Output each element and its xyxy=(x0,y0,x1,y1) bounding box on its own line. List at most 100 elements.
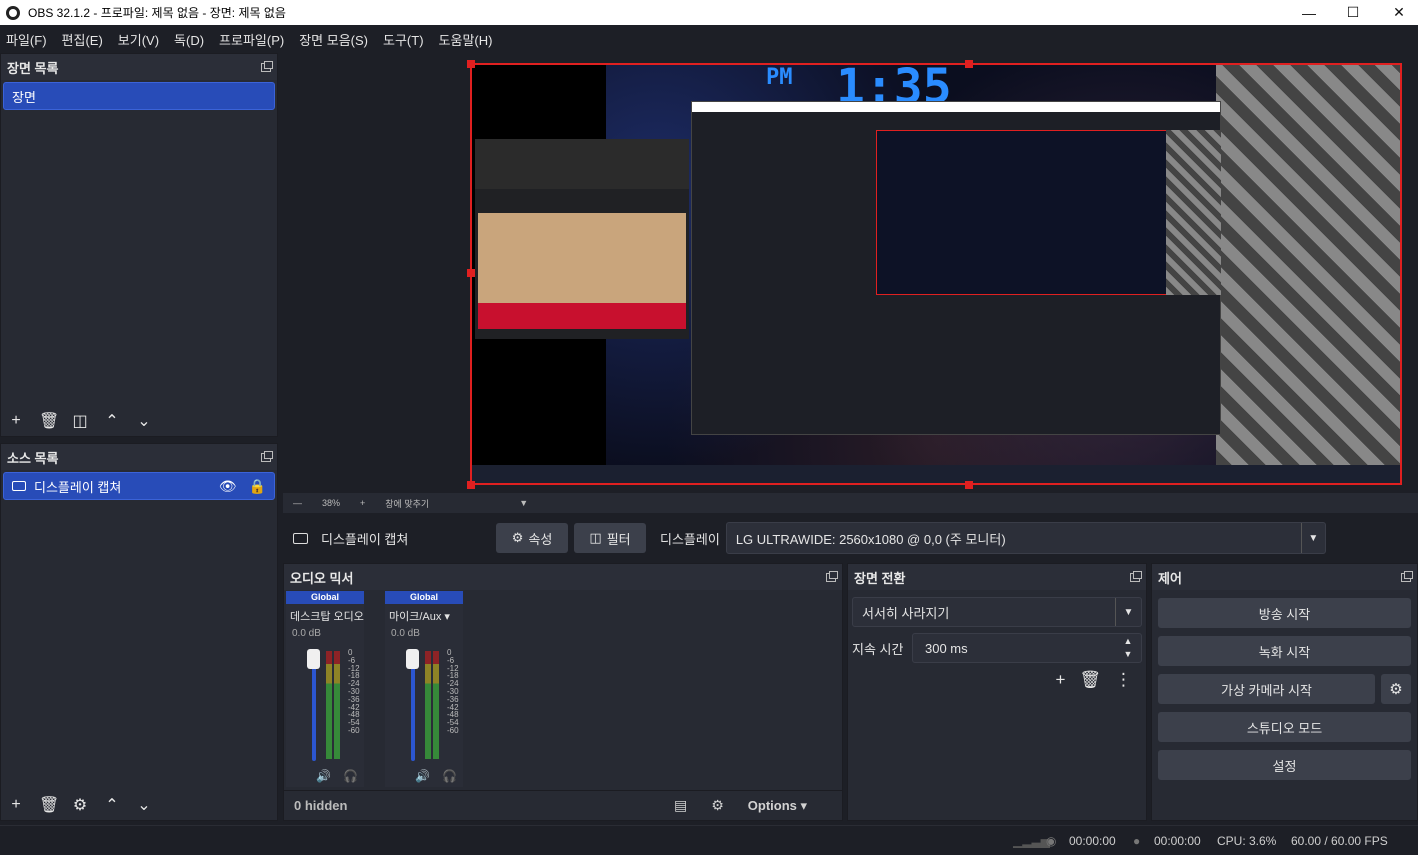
gear-icon: ⚙ xyxy=(511,530,524,545)
remove-scene-icon[interactable]: 🗑 xyxy=(39,411,59,431)
move-down-icon[interactable]: ⌄ xyxy=(135,411,153,431)
minimize-button[interactable]: — xyxy=(1286,0,1332,25)
undock-icon[interactable] xyxy=(261,60,273,72)
headphones-icon[interactable]: 🎧 xyxy=(442,769,457,783)
speaker-icon[interactable]: 🔊 xyxy=(415,769,430,783)
undock-icon[interactable] xyxy=(1130,570,1142,582)
stream-time: 00:00:00 xyxy=(1069,834,1116,848)
volume-slider-knob[interactable] xyxy=(307,649,320,669)
undock-icon[interactable] xyxy=(826,570,838,582)
display-label: 디스플레이 xyxy=(660,531,720,547)
settings-button[interactable]: 설정 xyxy=(1158,750,1411,780)
display-select[interactable]: LG ULTRAWIDE: 2560x1080 @ 0,0 (주 모니터) ▼ xyxy=(725,522,1326,554)
transitions-dock: 장면 전환 서서히 사라지기 ▼ 지속 시간 300 ms ▲ ▼ + 🗑 ⋮ xyxy=(847,563,1147,821)
transitions-header: 장면 전환 xyxy=(848,564,1146,590)
menu-dock[interactable]: 독(D) xyxy=(174,30,204,49)
volume-slider[interactable] xyxy=(411,653,415,761)
scene-item[interactable]: 장면 xyxy=(3,82,275,110)
menu-help[interactable]: 도움말(H) xyxy=(439,30,493,49)
mixer-footer: 0 hidden ▤ ⚙ Options ▾ xyxy=(284,790,842,820)
window-title: OBS 32.1.2 - 프로파일: 제목 없음 - 장면: 제목 없음 xyxy=(28,6,286,20)
hidden-count: 0 hidden xyxy=(294,798,348,813)
fit-to-window[interactable]: 창에 맞추기 xyxy=(385,497,429,510)
menu-edit[interactable]: 편집(E) xyxy=(62,30,103,49)
advanced-audio-gear-icon[interactable]: ⚙ xyxy=(711,797,724,814)
resize-handle[interactable] xyxy=(467,269,475,277)
mixer-channel-desktop: Global 데스크탑 오디오 ▾ 0.0 dB 0-6-12-18-24-30… xyxy=(286,591,364,787)
transition-select[interactable]: 서서히 사라지기 ▼ xyxy=(852,597,1142,627)
start-virtual-camera-button[interactable]: 가상 카메라 시작 xyxy=(1158,674,1375,704)
channel-name-dropdown[interactable]: 데스크탑 오디오 ▾ xyxy=(286,604,364,628)
browser-window-thumbnail xyxy=(475,139,689,339)
volume-slider-knob[interactable] xyxy=(406,649,419,669)
properties-button[interactable]: ⚙ 속성 xyxy=(496,523,568,553)
add-scene-icon[interactable]: + xyxy=(7,412,25,430)
zoom-in-icon[interactable]: + xyxy=(360,498,365,508)
level-meter xyxy=(433,651,439,759)
layout-toggle-icon[interactable]: ▤ xyxy=(674,797,687,814)
signal-bars-icon: ▁▂▃▅ xyxy=(1013,834,1050,848)
taskbar-thumbnail xyxy=(472,465,1400,483)
headphones-icon[interactable]: 🎧 xyxy=(343,769,358,783)
more-options-icon[interactable]: ⋮ xyxy=(1115,670,1132,690)
volume-slider[interactable] xyxy=(312,653,316,761)
resize-handle[interactable] xyxy=(965,481,973,489)
preview-area[interactable]: PM 1:35 xyxy=(283,53,1418,493)
menu-profile[interactable]: 프로파일(P) xyxy=(219,30,284,49)
studio-mode-button[interactable]: 스튜디오 모드 xyxy=(1158,712,1411,742)
menu-view[interactable]: 보기(V) xyxy=(118,30,159,49)
source-item[interactable]: 디스플레이 캡쳐 👁 🔒 xyxy=(3,472,275,500)
scenes-dock-header: 장면 목록 xyxy=(1,54,277,80)
cpu-usage: CPU: 3.6% xyxy=(1217,834,1277,848)
menu-scene-collection[interactable]: 장면 모음(S) xyxy=(299,30,368,49)
controls-dock: 제어 방송 시작 녹화 시작 가상 카메라 시작 ⚙ 스튜디오 모드 설정 xyxy=(1151,563,1418,821)
zoom-dropdown-icon[interactable]: ▼ xyxy=(519,498,528,508)
db-scale: 0 -6 -12 -18 -24 -30 -36 -42 -48 -54 -60 xyxy=(447,648,459,735)
resize-handle[interactable] xyxy=(965,60,973,68)
add-source-icon[interactable]: + xyxy=(7,796,25,814)
filter-icon: ◫ xyxy=(589,530,602,545)
start-streaming-button[interactable]: 방송 시작 xyxy=(1158,598,1411,628)
spin-arrows-icon[interactable]: ▲ ▼ xyxy=(1115,635,1141,661)
options-button[interactable]: Options ▾ xyxy=(748,798,807,814)
obs-logo-icon xyxy=(6,5,20,20)
undock-icon[interactable] xyxy=(261,450,273,462)
color-source-stripes xyxy=(1216,65,1400,483)
lock-icon[interactable]: 🔒 xyxy=(249,478,266,495)
move-up-icon[interactable]: ⌃ xyxy=(103,411,121,431)
virtual-camera-gear-icon[interactable]: ⚙ xyxy=(1381,674,1411,704)
filters-icon[interactable]: ◫ xyxy=(71,411,89,431)
remove-source-icon[interactable]: 🗑 xyxy=(39,795,59,815)
scenes-toolbar: + 🗑 ◫ ⌃ ⌄ xyxy=(1,406,277,436)
move-up-icon[interactable]: ⌃ xyxy=(103,795,121,815)
resize-handle[interactable] xyxy=(467,481,475,489)
maximize-button[interactable]: ☐ xyxy=(1330,0,1376,25)
audio-mixer-dock: 오디오 믹서 Global 데스크탑 오디오 ▾ 0.0 dB 0-6-12-1… xyxy=(283,563,843,821)
start-recording-button[interactable]: 녹화 시작 xyxy=(1158,636,1411,666)
mixer-channel-mic: Global 마이크/Aux ▾ 0.0 dB 0 -6 -12 -18 -24 -30-… xyxy=(385,591,463,787)
undock-icon[interactable] xyxy=(1401,570,1413,582)
filters-button[interactable]: ◫ 필터 xyxy=(574,523,646,553)
remove-transition-icon[interactable]: 🗑 xyxy=(1079,670,1101,690)
resize-handle[interactable] xyxy=(467,60,475,68)
source-context-bar: 디스플레이 캡쳐 ⚙ 속성 ◫ 필터 디스플레이 LG ULTRAWIDE: 256… xyxy=(283,513,1418,563)
visibility-eye-icon[interactable]: 👁 xyxy=(219,478,237,495)
duration-spinbox[interactable]: 300 ms ▲ ▼ xyxy=(912,633,1142,663)
duration-label: 지속 시간 xyxy=(852,641,904,657)
level-meter xyxy=(425,651,431,759)
sources-toolbar: + 🗑 ⚙ ⌃ ⌄ xyxy=(1,790,277,820)
menu-file[interactable]: 파일(F) xyxy=(6,30,47,49)
speaker-icon[interactable]: 🔊 xyxy=(316,769,331,783)
channel-name-dropdown[interactable]: 마이크/Aux ▾ xyxy=(385,604,463,628)
monitor-icon xyxy=(12,481,26,491)
zoom-out-icon[interactable]: — xyxy=(293,498,302,508)
scenes-dock: 장면 목록 장면 + 🗑 ◫ ⌃ ⌄ xyxy=(0,53,278,437)
controls-header: 제어 xyxy=(1152,564,1417,590)
add-transition-icon[interactable]: + xyxy=(1055,670,1065,690)
close-button[interactable]: ✕ xyxy=(1376,0,1418,25)
source-properties-gear-icon[interactable]: ⚙ xyxy=(71,795,89,815)
menu-tools[interactable]: 도구(T) xyxy=(383,30,424,49)
level-meter xyxy=(326,651,332,759)
move-down-icon[interactable]: ⌄ xyxy=(135,795,153,815)
preview-canvas[interactable]: PM 1:35 xyxy=(470,63,1402,485)
